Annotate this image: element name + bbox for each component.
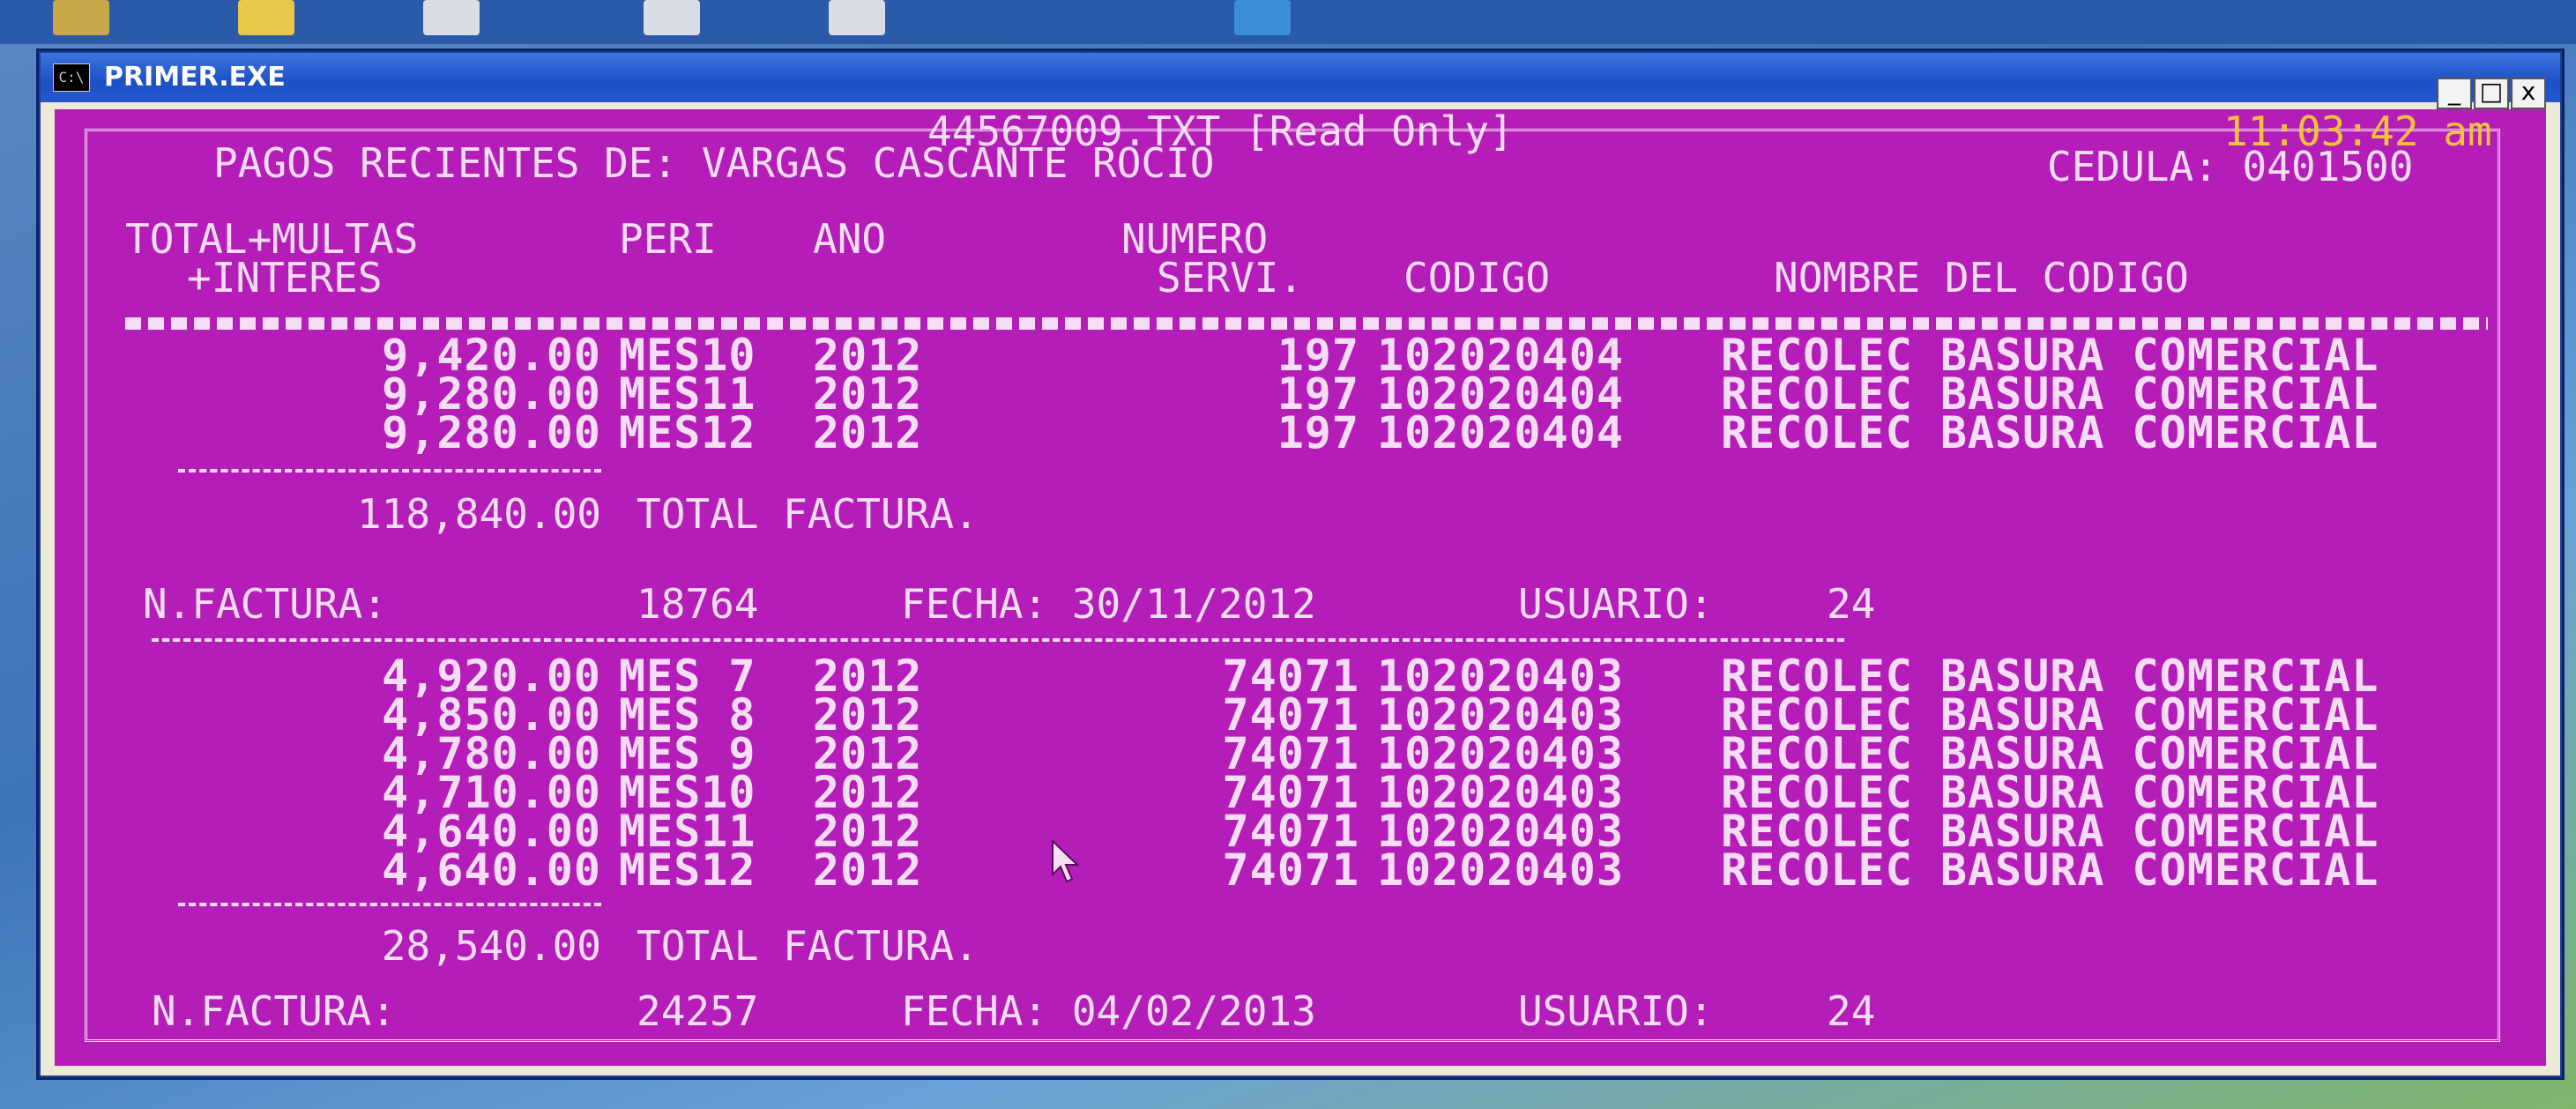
mouse-cursor-icon xyxy=(1052,839,1080,883)
invoice-total: 28,540.00 xyxy=(381,922,601,970)
row-codigo: 102020404 xyxy=(1377,407,1624,458)
factura-date: FECHA: 30/11/2012 xyxy=(901,580,1316,628)
factura-number: 24257 xyxy=(637,987,759,1035)
desktop-shortcut-icon[interactable] xyxy=(423,0,480,35)
usuario-value: 24 xyxy=(1827,580,1876,628)
invoice-total: 118,840.00 xyxy=(357,490,601,538)
console-screen[interactable]: 44567009.TXT [Read Only] 11:03:42 am PAG… xyxy=(55,109,2546,1066)
subtotal-separator xyxy=(178,903,601,906)
subtotal-separator xyxy=(178,469,601,473)
invoice-total-label: TOTAL FACTURA. xyxy=(637,490,979,538)
usuario-label: USUARIO: xyxy=(1518,580,1714,628)
window-title: PRIMER.EXE xyxy=(104,62,286,93)
close-button[interactable]: x xyxy=(2511,78,2546,109)
column-header-codigo: CODIGO xyxy=(1403,254,1551,301)
column-header-ano: ANO xyxy=(813,215,887,263)
row-peri: MES12 xyxy=(619,407,756,458)
column-header-servi: SERVI. xyxy=(1157,254,1304,301)
desktop-shortcut-icon[interactable] xyxy=(238,0,294,35)
desktop-shortcut-icon[interactable] xyxy=(829,0,885,35)
row-ano: 2012 xyxy=(813,407,923,458)
console-app-icon[interactable]: C:\ xyxy=(53,63,90,92)
factura-number: 18764 xyxy=(637,580,759,628)
factura-label: N.FACTURA: xyxy=(152,987,396,1035)
header-separator xyxy=(125,317,2488,330)
desktop-shortcut-icon[interactable] xyxy=(644,0,700,35)
usuario-label: USUARIO: xyxy=(1518,987,1714,1035)
row-ano: 2012 xyxy=(813,845,923,896)
factura-label: N.FACTURA: xyxy=(143,580,387,628)
desktop-shortcut-icon[interactable] xyxy=(1234,0,1291,35)
console-window: C:\ PRIMER.EXE _ □ x 44567009.TXT [Read … xyxy=(39,51,2562,1077)
row-total: 9,280.00 xyxy=(382,407,601,458)
maximize-button[interactable]: □ xyxy=(2474,78,2509,109)
row-peri: MES12 xyxy=(619,845,756,896)
row-codigo: 102020403 xyxy=(1377,845,1624,896)
row-total: 4,640.00 xyxy=(382,845,601,896)
row-nombre: RECOLEC BASURA COMERCIAL xyxy=(1721,407,2379,458)
minimize-button[interactable]: _ xyxy=(2437,78,2472,109)
row-nombre: RECOLEC BASURA COMERCIAL xyxy=(1721,845,2379,896)
usuario-value: 24 xyxy=(1827,987,1876,1035)
row-servi: 197 xyxy=(1277,407,1359,458)
column-header-peri: PERI xyxy=(619,215,717,263)
invoice-separator xyxy=(152,638,1844,642)
factura-date: FECHA: 04/02/2013 xyxy=(901,987,1316,1035)
desktop-shortcut-icon[interactable] xyxy=(53,0,109,35)
report-title: PAGOS RECIENTES DE: VARGAS CASCANTE ROCI… xyxy=(213,139,1215,187)
column-header-total-2: +INTERES xyxy=(187,254,383,301)
row-servi: 74071 xyxy=(1222,845,1359,896)
column-header-nombre: NOMBRE DEL CODIGO xyxy=(1774,254,2189,301)
desktop-top-strip xyxy=(0,0,2576,44)
cedula-label: CEDULA: 0401500 xyxy=(2047,143,2414,190)
title-bar[interactable]: C:\ PRIMER.EXE _ □ x xyxy=(41,53,2560,109)
invoice-total-label: TOTAL FACTURA. xyxy=(637,922,979,970)
